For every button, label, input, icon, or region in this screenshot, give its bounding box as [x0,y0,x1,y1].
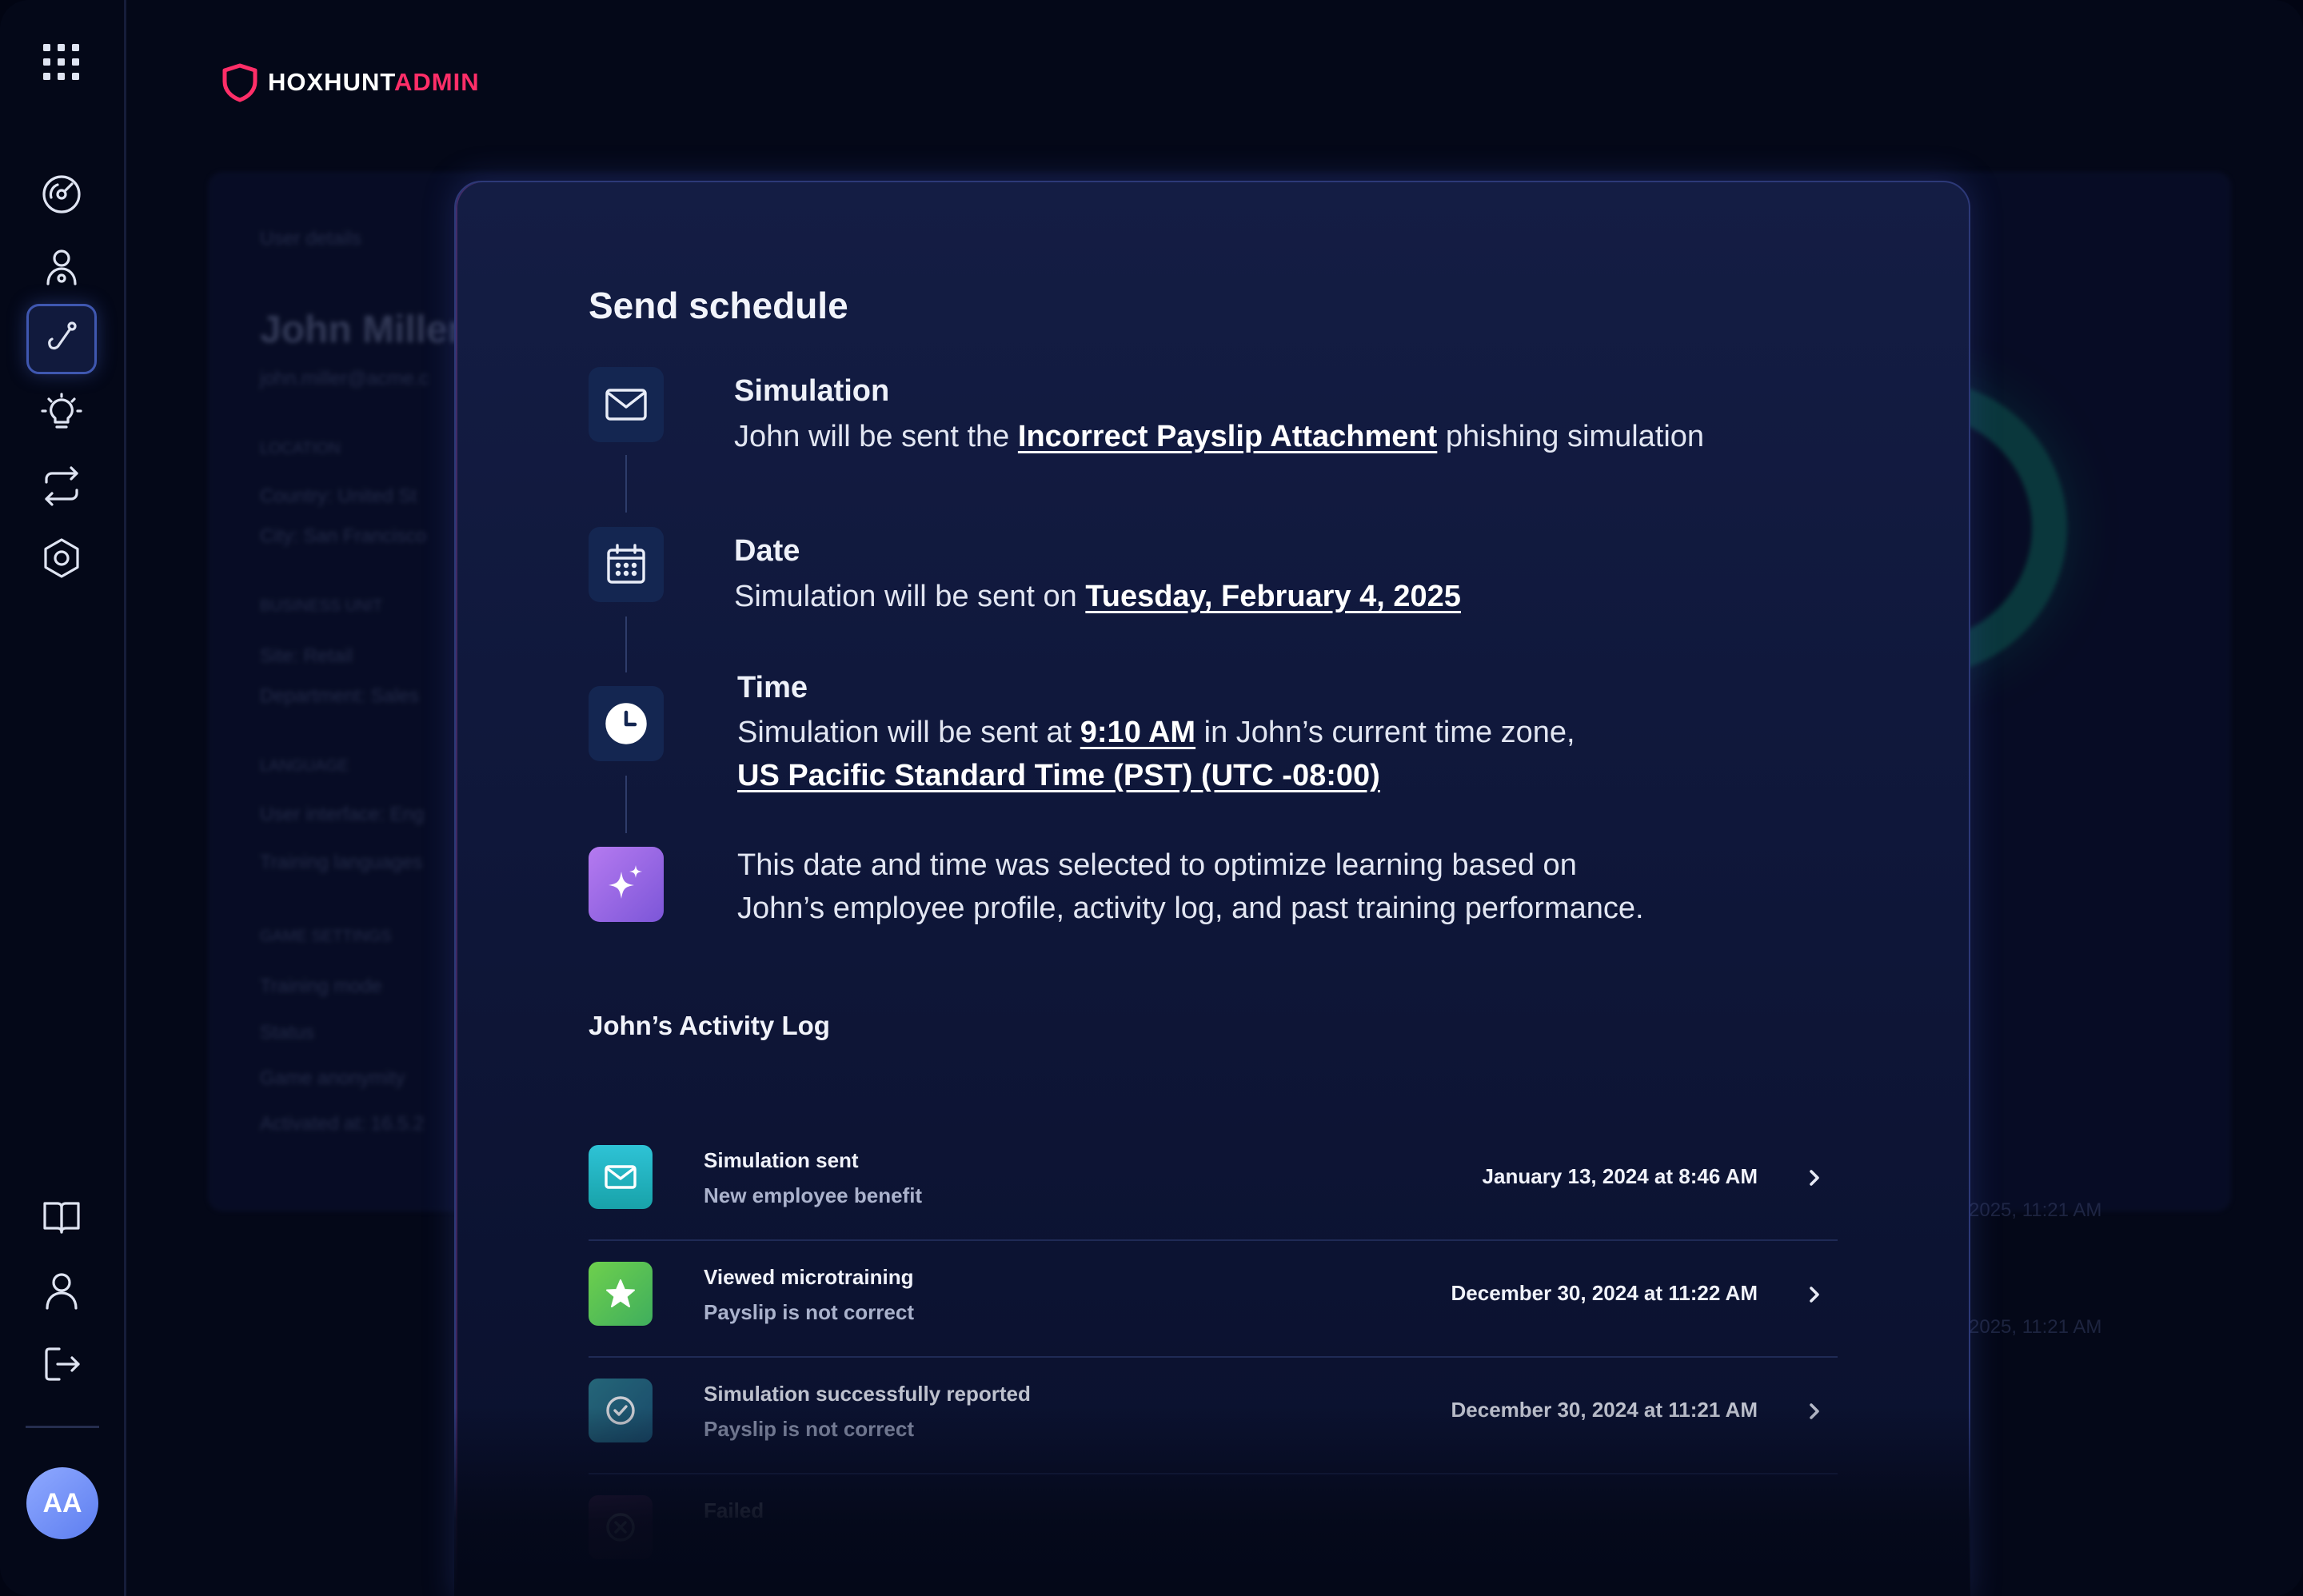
log-event-date: January 13, 2024 at 8:46 AM [1482,1164,1758,1188]
log-event-date: December 30, 2024 at 11:22 AM [1451,1281,1758,1305]
apps-grid-icon[interactable] [26,27,97,98]
time-text: Simulation will be sent at 9:10 AM in Jo… [737,716,1575,792]
avatar[interactable]: AA [26,1467,98,1539]
mail-icon [589,367,664,442]
bg-location-label: LOCATION [260,440,341,457]
bg-language-label: LANGUAGE [260,757,349,775]
bg-right-row-2: 2025, 11:21 AM [1969,1316,2102,1338]
simulation-name-link[interactable]: Incorrect Payslip Attachment [1018,420,1437,453]
bg-status: Status [260,1022,315,1043]
log-event-name: Failed [704,1498,764,1522]
timeline-connector [625,776,627,833]
simulation-text: John will be sent the Incorrect Payslip … [734,420,1705,453]
bg-section-label: User details [260,228,361,249]
bg-right-row-1: 2025, 11:21 AM [1969,1199,2102,1221]
bg-user-email: john.miller@acme.c [260,368,429,389]
date-text: Simulation will be sent on Tuesday, Febr… [734,580,1461,613]
time-heading: Time [737,671,808,704]
activity-log-row[interactable]: Viewed microtraining Payslip is not corr… [589,1241,1838,1358]
chevron-right-icon[interactable] [1802,1166,1826,1190]
bg-game-anonymity: Game anonymity [260,1067,405,1089]
shield-logo-icon [222,63,257,102]
bg-country: Country: United St [260,485,417,507]
settings-hex-icon[interactable] [26,523,97,593]
bg-activated: Activated at: 16.5.2 [260,1113,425,1135]
logout-icon[interactable] [26,1329,97,1399]
activity-log-title: John’s Activity Log [589,1011,830,1040]
brand-logo[interactable]: HOXHUNTADMIN [220,62,480,102]
profile-icon[interactable] [26,1255,97,1326]
activity-log-row[interactable]: Simulation sent New employee benefit Jan… [589,1124,1838,1241]
log-event-subject: New employee benefit [704,1183,923,1207]
bg-training-languages: Training languages [260,852,423,873]
bg-ui-language: User interface: Eng [260,804,425,825]
date-heading: Date [734,534,800,568]
log-event-name: Simulation sent [704,1148,859,1172]
log-event-subject: Payslip is not correct [704,1300,914,1324]
brand-name: HOXHUNTADMIN [268,68,480,96]
activity-log-row[interactable]: Failed [589,1474,1838,1591]
log-event-subject: Payslip is not correct [704,1417,914,1441]
calendar-icon [589,527,664,602]
bg-department: Department: Sales [260,685,419,707]
star-icon [589,1262,653,1326]
chevron-right-icon[interactable] [1802,1399,1826,1423]
bg-training-mode: Training mode [260,976,382,997]
time-zone-link[interactable]: US Pacific Standard Time (PST) (UTC -08:… [737,759,1380,792]
x-circle-icon [589,1495,653,1559]
phishing-hook-icon[interactable] [26,304,97,374]
ai-note-text: This date and time was selected to optim… [737,848,1644,925]
timeline-connector [625,616,627,672]
bg-business-label: BUSINESS UNIT [260,597,383,615]
bg-game-label: GAME SETTINGS [260,928,392,945]
book-icon[interactable] [26,1182,97,1252]
clock-icon [589,686,664,761]
sparkle-icon [589,847,664,922]
chevron-right-icon[interactable] [1802,1283,1826,1307]
dashboard-icon[interactable] [26,159,97,229]
sidebar: AA [0,0,126,1596]
send-date-link[interactable]: Tuesday, February 4, 2025 [1085,580,1461,613]
sidebar-divider [26,1426,99,1428]
bg-site: Site: Retail [260,645,353,667]
log-event-name: Simulation successfully reported [704,1382,1031,1406]
sync-icon[interactable] [26,451,97,521]
user-settings-icon[interactable] [26,232,97,302]
activity-log-row[interactable]: Simulation successfully reported Payslip… [589,1358,1838,1474]
simulation-heading: Simulation [734,374,890,408]
lightbulb-icon[interactable] [26,378,97,449]
log-event-date: December 30, 2024 at 11:21 AM [1451,1398,1758,1422]
check-circle-icon [589,1379,653,1442]
timeline-connector [625,455,627,513]
send-schedule-modal: Send schedule Simulation John will be se… [454,181,1970,1596]
send-time-link[interactable]: 9:10 AM [1080,716,1195,749]
app-frame: User details John Miller john.miller@acm… [0,0,2303,1596]
bg-user-name: John Miller [260,309,463,351]
bg-city: City: San Francisco [260,525,427,547]
modal-title: Send schedule [589,285,848,326]
log-event-name: Viewed microtraining [704,1265,914,1289]
mail-icon [589,1145,653,1209]
